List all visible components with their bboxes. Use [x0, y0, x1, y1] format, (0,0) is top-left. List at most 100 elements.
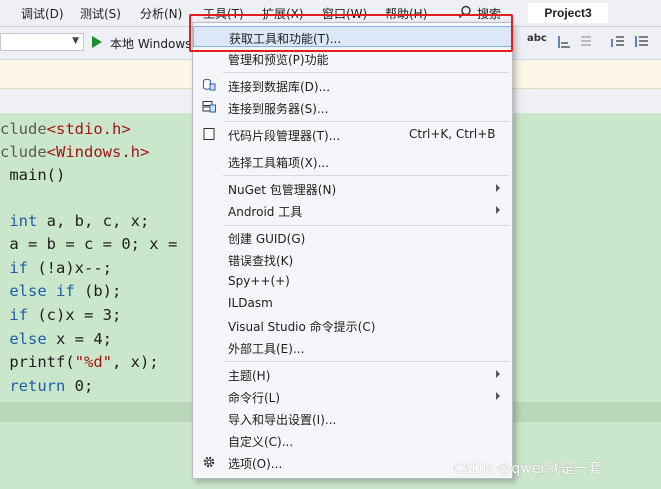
menu-item-theme[interactable]: 主题(H) — [193, 364, 512, 385]
code-token: else — [9, 330, 47, 348]
code-token: int — [9, 212, 38, 230]
menu-item-command-line[interactable]: 命令行(L) — [193, 386, 512, 407]
menu-separator — [223, 72, 509, 73]
run-icon[interactable] — [92, 36, 102, 48]
menu-item-label: 选择工具箱项(X)... — [228, 156, 330, 170]
code-token: "%d" — [74, 353, 112, 371]
menu-item-connect-server[interactable]: 连接到服务器(S)... — [193, 97, 512, 118]
menu-item-label: 自定义(C)... — [228, 435, 294, 449]
menu-item-error-lookup[interactable]: 错误查找(K) — [193, 249, 512, 270]
server-connect-icon — [202, 101, 216, 113]
menu-item-label: 外部工具(E)... — [228, 342, 305, 356]
submenu-arrow-icon — [496, 370, 500, 378]
menu-item-ildasm[interactable]: ILDasm — [193, 293, 512, 314]
code-token: x = 4; — [46, 330, 112, 348]
menu-item-label: 代码片段管理器(T)... — [228, 129, 341, 143]
menu-separator — [223, 225, 509, 226]
menu-item-nuget[interactable]: NuGet 包管理器(N) — [193, 178, 512, 199]
menu-item-label: 选项(O)... — [228, 457, 283, 471]
menu-item-android[interactable]: Android 工具 — [193, 200, 512, 221]
menu-item-spy[interactable]: Spy++(+) — [193, 271, 512, 292]
menu-item-label: 管理和预览(P)功能 — [228, 53, 329, 67]
code-line[interactable]: clude<Windows.h> — [0, 141, 149, 163]
menu-item-label: 主题(H) — [228, 369, 271, 383]
code-token: a = b = c = 0; x = — [0, 235, 187, 253]
database-connect-icon — [203, 78, 216, 91]
code-token: (!a)x--; — [28, 259, 113, 277]
chevron-down-icon: ▼ — [72, 36, 79, 46]
code-line[interactable]: return 0; — [0, 375, 93, 397]
submenu-arrow-icon — [496, 184, 500, 192]
code-token: a, b, c, x; — [37, 212, 150, 230]
gear-icon — [203, 456, 215, 468]
menu-item-label: 导入和导出设置(I)... — [228, 413, 337, 427]
menu-item-choose-toolbox[interactable]: 选择工具箱项(X)... — [193, 151, 512, 172]
menu-separator — [223, 121, 509, 122]
menu-item-label: 错误查找(K) — [228, 254, 294, 268]
menu-item-external-tools[interactable]: 外部工具(E)... — [193, 337, 512, 358]
code-token: main() — [0, 166, 66, 184]
spellcheck-icon[interactable]: abc — [527, 33, 547, 44]
code-line[interactable]: if (!a)x--; — [0, 257, 112, 279]
tools-menu: 获取工具和功能(T)... 管理和预览(P)功能 连接到数据库(D)... 连接… — [192, 22, 513, 479]
submenu-arrow-icon — [496, 392, 500, 400]
code-token: clude — [0, 120, 47, 138]
menu-item-create-guid[interactable]: 创建 GUID(G) — [193, 227, 512, 248]
code-line[interactable]: main() — [0, 164, 65, 186]
menu-item-shortcut: Ctrl+K, Ctrl+B — [409, 127, 496, 141]
code-line[interactable]: a = b = c = 0; x = — [0, 233, 187, 255]
menu-item-label: Spy++(+) — [228, 274, 290, 288]
menu-item-vs-command-prompt[interactable]: Visual Studio 命令提示(C) — [193, 315, 512, 336]
menu-item-connect-db[interactable]: 连接到数据库(D)... — [193, 75, 512, 96]
code-token: clude — [0, 143, 47, 161]
menu-analyze[interactable]: 分析(N) — [140, 5, 182, 22]
code-line[interactable]: int a, b, c, x; — [0, 210, 149, 232]
uncomment-icon[interactable] — [634, 34, 650, 50]
outdent-icon[interactable] — [578, 34, 594, 50]
comment-icon[interactable] — [610, 34, 626, 50]
code-token: <stdio.h> — [46, 120, 131, 138]
menu-item-label: 连接到服务器(S)... — [228, 102, 329, 116]
submenu-arrow-icon — [496, 206, 500, 214]
code-token: if — [9, 259, 29, 277]
code-token: else if — [9, 282, 75, 300]
menu-item-import-export[interactable]: 导入和导出设置(I)... — [193, 408, 512, 429]
menu-item-label: 创建 GUID(G) — [228, 232, 306, 246]
menu-debug[interactable]: 调试(D) — [21, 5, 64, 22]
menu-item-label: NuGet 包管理器(N) — [228, 183, 337, 197]
configuration-combo[interactable]: ▼ — [0, 33, 84, 51]
code-line[interactable]: clude<stdio.h> — [0, 118, 131, 140]
code-line[interactable]: printf("%d", x); — [0, 351, 159, 373]
snippet-icon — [203, 128, 215, 140]
menu-item-customize[interactable]: 自定义(C)... — [193, 430, 512, 451]
menu-item-label: 命令行(L) — [228, 391, 281, 405]
code-token: , x); — [111, 353, 159, 371]
code-token: printf( — [0, 353, 75, 371]
menu-separator — [223, 175, 509, 176]
code-token: (c)x = 3; — [28, 306, 122, 324]
indent-icon[interactable] — [556, 34, 572, 50]
code-token: return — [9, 377, 66, 395]
code-line[interactable]: if (c)x = 3; — [0, 304, 121, 326]
project-title: Project3 — [528, 3, 608, 23]
run-target-label[interactable]: 本地 Windows — [110, 35, 191, 52]
highlight-box — [189, 14, 513, 52]
menu-item-snippet-manager[interactable]: 代码片段管理器(T)... Ctrl+K, Ctrl+B — [193, 124, 512, 145]
menu-item-label: Android 工具 — [228, 205, 303, 219]
code-token: <Windows.h> — [46, 143, 150, 161]
menu-item-label: Visual Studio 命令提示(C) — [228, 320, 376, 334]
menu-item-label: ILDasm — [228, 296, 273, 310]
watermark: CSDN @qwer就是一套 — [453, 461, 603, 477]
code-token: (b); — [74, 282, 122, 300]
menu-test[interactable]: 测试(S) — [80, 5, 121, 22]
code-line[interactable]: else x = 4; — [0, 328, 112, 350]
menu-separator — [223, 361, 509, 362]
code-line[interactable]: else if (b); — [0, 280, 121, 302]
menu-item-label: 连接到数据库(D)... — [228, 80, 331, 94]
